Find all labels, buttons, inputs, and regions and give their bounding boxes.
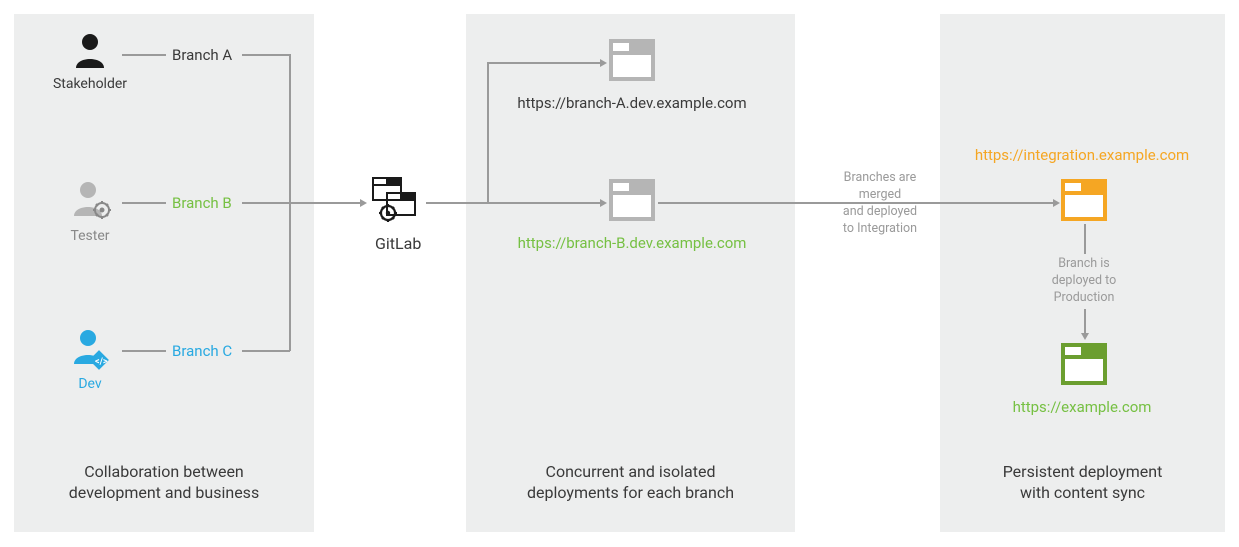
panel-concurrent: Concurrent and isolated deployments for … bbox=[466, 14, 795, 532]
url-integration: https://integration.example.com bbox=[942, 146, 1222, 164]
branch-b-label: Branch B bbox=[172, 194, 232, 212]
tree-h-b bbox=[242, 202, 290, 204]
arrow-server-b bbox=[600, 199, 607, 207]
role-tester: Tester bbox=[50, 178, 130, 244]
gitlab-label: GitLab bbox=[375, 234, 421, 253]
server-production-icon bbox=[1060, 342, 1108, 390]
arrow-server-a bbox=[600, 59, 607, 67]
arrow-production bbox=[1081, 333, 1089, 340]
role-dev: </> Dev bbox=[50, 326, 130, 392]
server-integration-icon bbox=[1060, 178, 1108, 226]
connector-tester-branch bbox=[122, 202, 166, 204]
url-branch-b: https://branch-B.dev.example.com bbox=[468, 234, 796, 252]
caption-collaboration: Collaboration between development and bu… bbox=[14, 461, 314, 504]
connector-dev-branch bbox=[122, 350, 166, 352]
arrow-integration bbox=[1053, 199, 1060, 207]
stakeholder-label: Stakeholder bbox=[50, 76, 130, 92]
tester-icon bbox=[68, 178, 112, 222]
url-branch-a: https://branch-A.dev.example.com bbox=[468, 94, 796, 112]
note-merge: Branches are merged and deployed to Inte… bbox=[825, 170, 935, 238]
to-server-b bbox=[487, 202, 601, 204]
caption-concurrent: Concurrent and isolated deployments for … bbox=[466, 461, 795, 504]
note-deploy: Branch is deployed to Production bbox=[1026, 254, 1142, 309]
server-branch-b-icon bbox=[608, 178, 656, 226]
svg-text:</>: </> bbox=[95, 357, 108, 367]
gitlab-out-h bbox=[426, 202, 488, 204]
url-production: https://example.com bbox=[942, 398, 1222, 416]
to-server-a bbox=[487, 62, 601, 64]
tree-h-a bbox=[242, 54, 290, 56]
tester-label: Tester bbox=[50, 228, 130, 244]
caption-persistent: Persistent deployment with content sync bbox=[940, 461, 1225, 504]
branch-c-label: Branch C bbox=[172, 342, 232, 360]
connector-stakeholder-branch bbox=[122, 54, 166, 56]
stakeholder-icon bbox=[70, 30, 110, 70]
gitlab-icon bbox=[370, 175, 424, 229]
gitlab-out-v bbox=[487, 62, 489, 203]
branch-a-label: Branch A bbox=[172, 46, 232, 64]
dev-icon: </> bbox=[68, 326, 112, 370]
role-stakeholder: Stakeholder bbox=[50, 30, 130, 92]
tree-to-gitlab bbox=[289, 202, 361, 204]
dev-label: Dev bbox=[50, 376, 130, 392]
server-branch-a-icon bbox=[608, 38, 656, 86]
arrow-to-gitlab bbox=[360, 199, 367, 207]
tree-h-c bbox=[242, 350, 290, 352]
